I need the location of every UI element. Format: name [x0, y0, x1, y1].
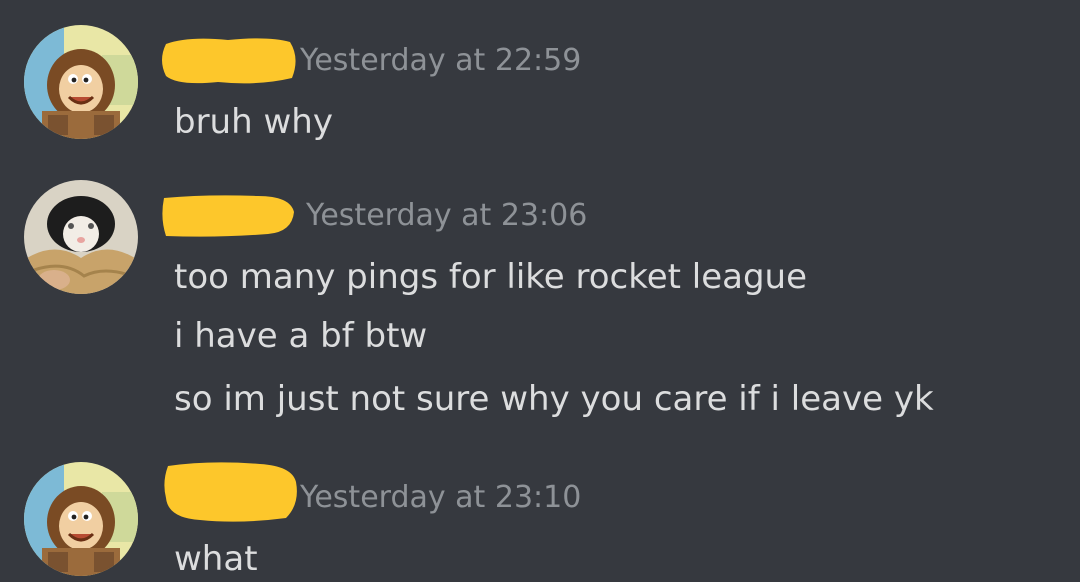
redacted-username — [160, 458, 300, 524]
message-text: what — [174, 539, 258, 579]
monkey-avatar[interactable] — [24, 462, 138, 576]
message-timestamp: Yesterday at 23:10 — [300, 480, 582, 515]
message-group-3: Yesterday at 23:10 what — [0, 0, 1080, 582]
